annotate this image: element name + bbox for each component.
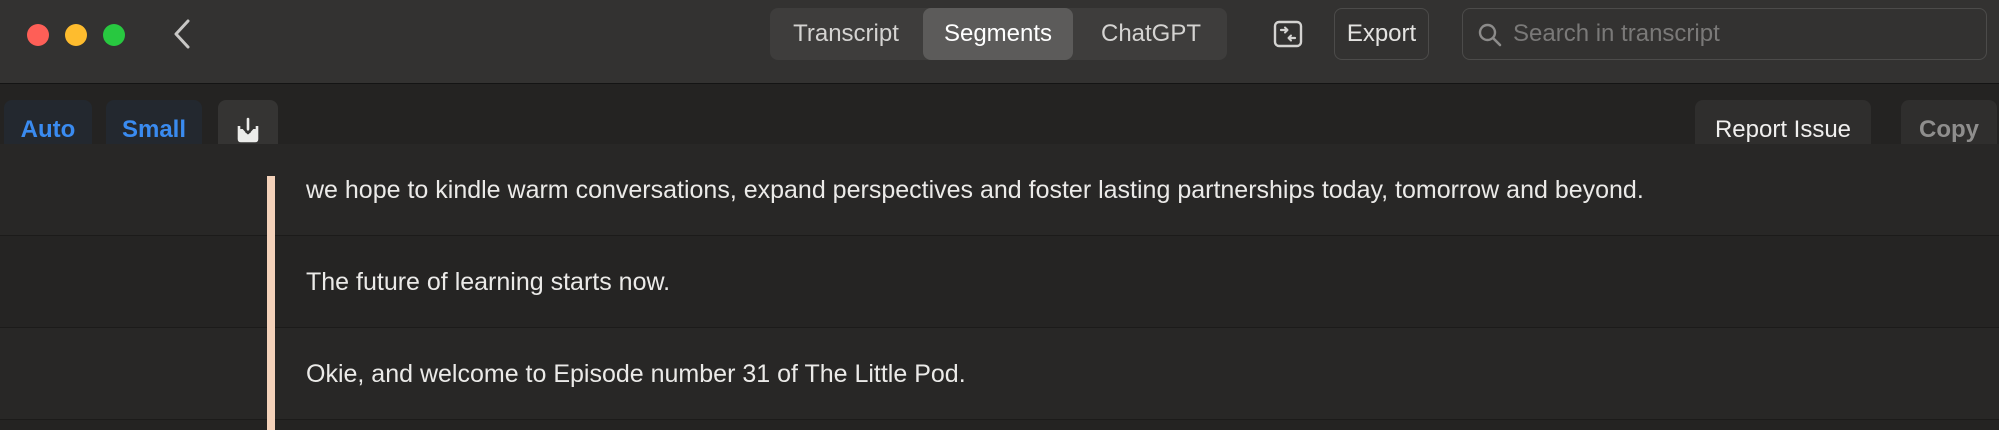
sidebar-toggle-icon — [1273, 20, 1303, 48]
back-button[interactable] — [168, 14, 200, 54]
app-window: Transcript Segments ChatGPT Export Auto … — [0, 0, 1999, 430]
title-bar: Transcript Segments ChatGPT Export — [0, 0, 1999, 84]
close-window-button[interactable] — [27, 24, 49, 46]
tab-transcript[interactable]: Transcript — [770, 8, 922, 60]
sidebar-toggle-button[interactable] — [1270, 16, 1306, 52]
segment-text: we hope to kindle warm conversations, ex… — [306, 176, 1644, 204]
segment-text: Okie, and welcome to Episode number 31 o… — [306, 360, 966, 388]
segment-marker-line — [267, 176, 275, 430]
segment-text: The future of learning starts now. — [306, 268, 671, 296]
tab-chatgpt[interactable]: ChatGPT — [1075, 8, 1227, 60]
zoom-window-button[interactable] — [103, 24, 125, 46]
minimize-window-button[interactable] — [65, 24, 87, 46]
segment-row[interactable]: The future of learning starts now. — [0, 236, 1999, 328]
tab-segments[interactable]: Segments — [923, 8, 1073, 60]
segments-list: we hope to kindle warm conversations, ex… — [0, 144, 1999, 430]
chevron-left-icon — [174, 19, 190, 49]
view-tab-group: Transcript Segments ChatGPT — [770, 8, 1227, 60]
search-input[interactable] — [1513, 9, 1973, 58]
search-field[interactable] — [1462, 8, 1987, 60]
export-button[interactable]: Export — [1334, 8, 1429, 60]
download-tray-icon — [237, 117, 259, 143]
search-icon — [1478, 23, 1502, 47]
segment-row[interactable]: we hope to kindle warm conversations, ex… — [0, 144, 1999, 236]
segment-row[interactable]: Okie, and welcome to Episode number 31 o… — [0, 328, 1999, 420]
